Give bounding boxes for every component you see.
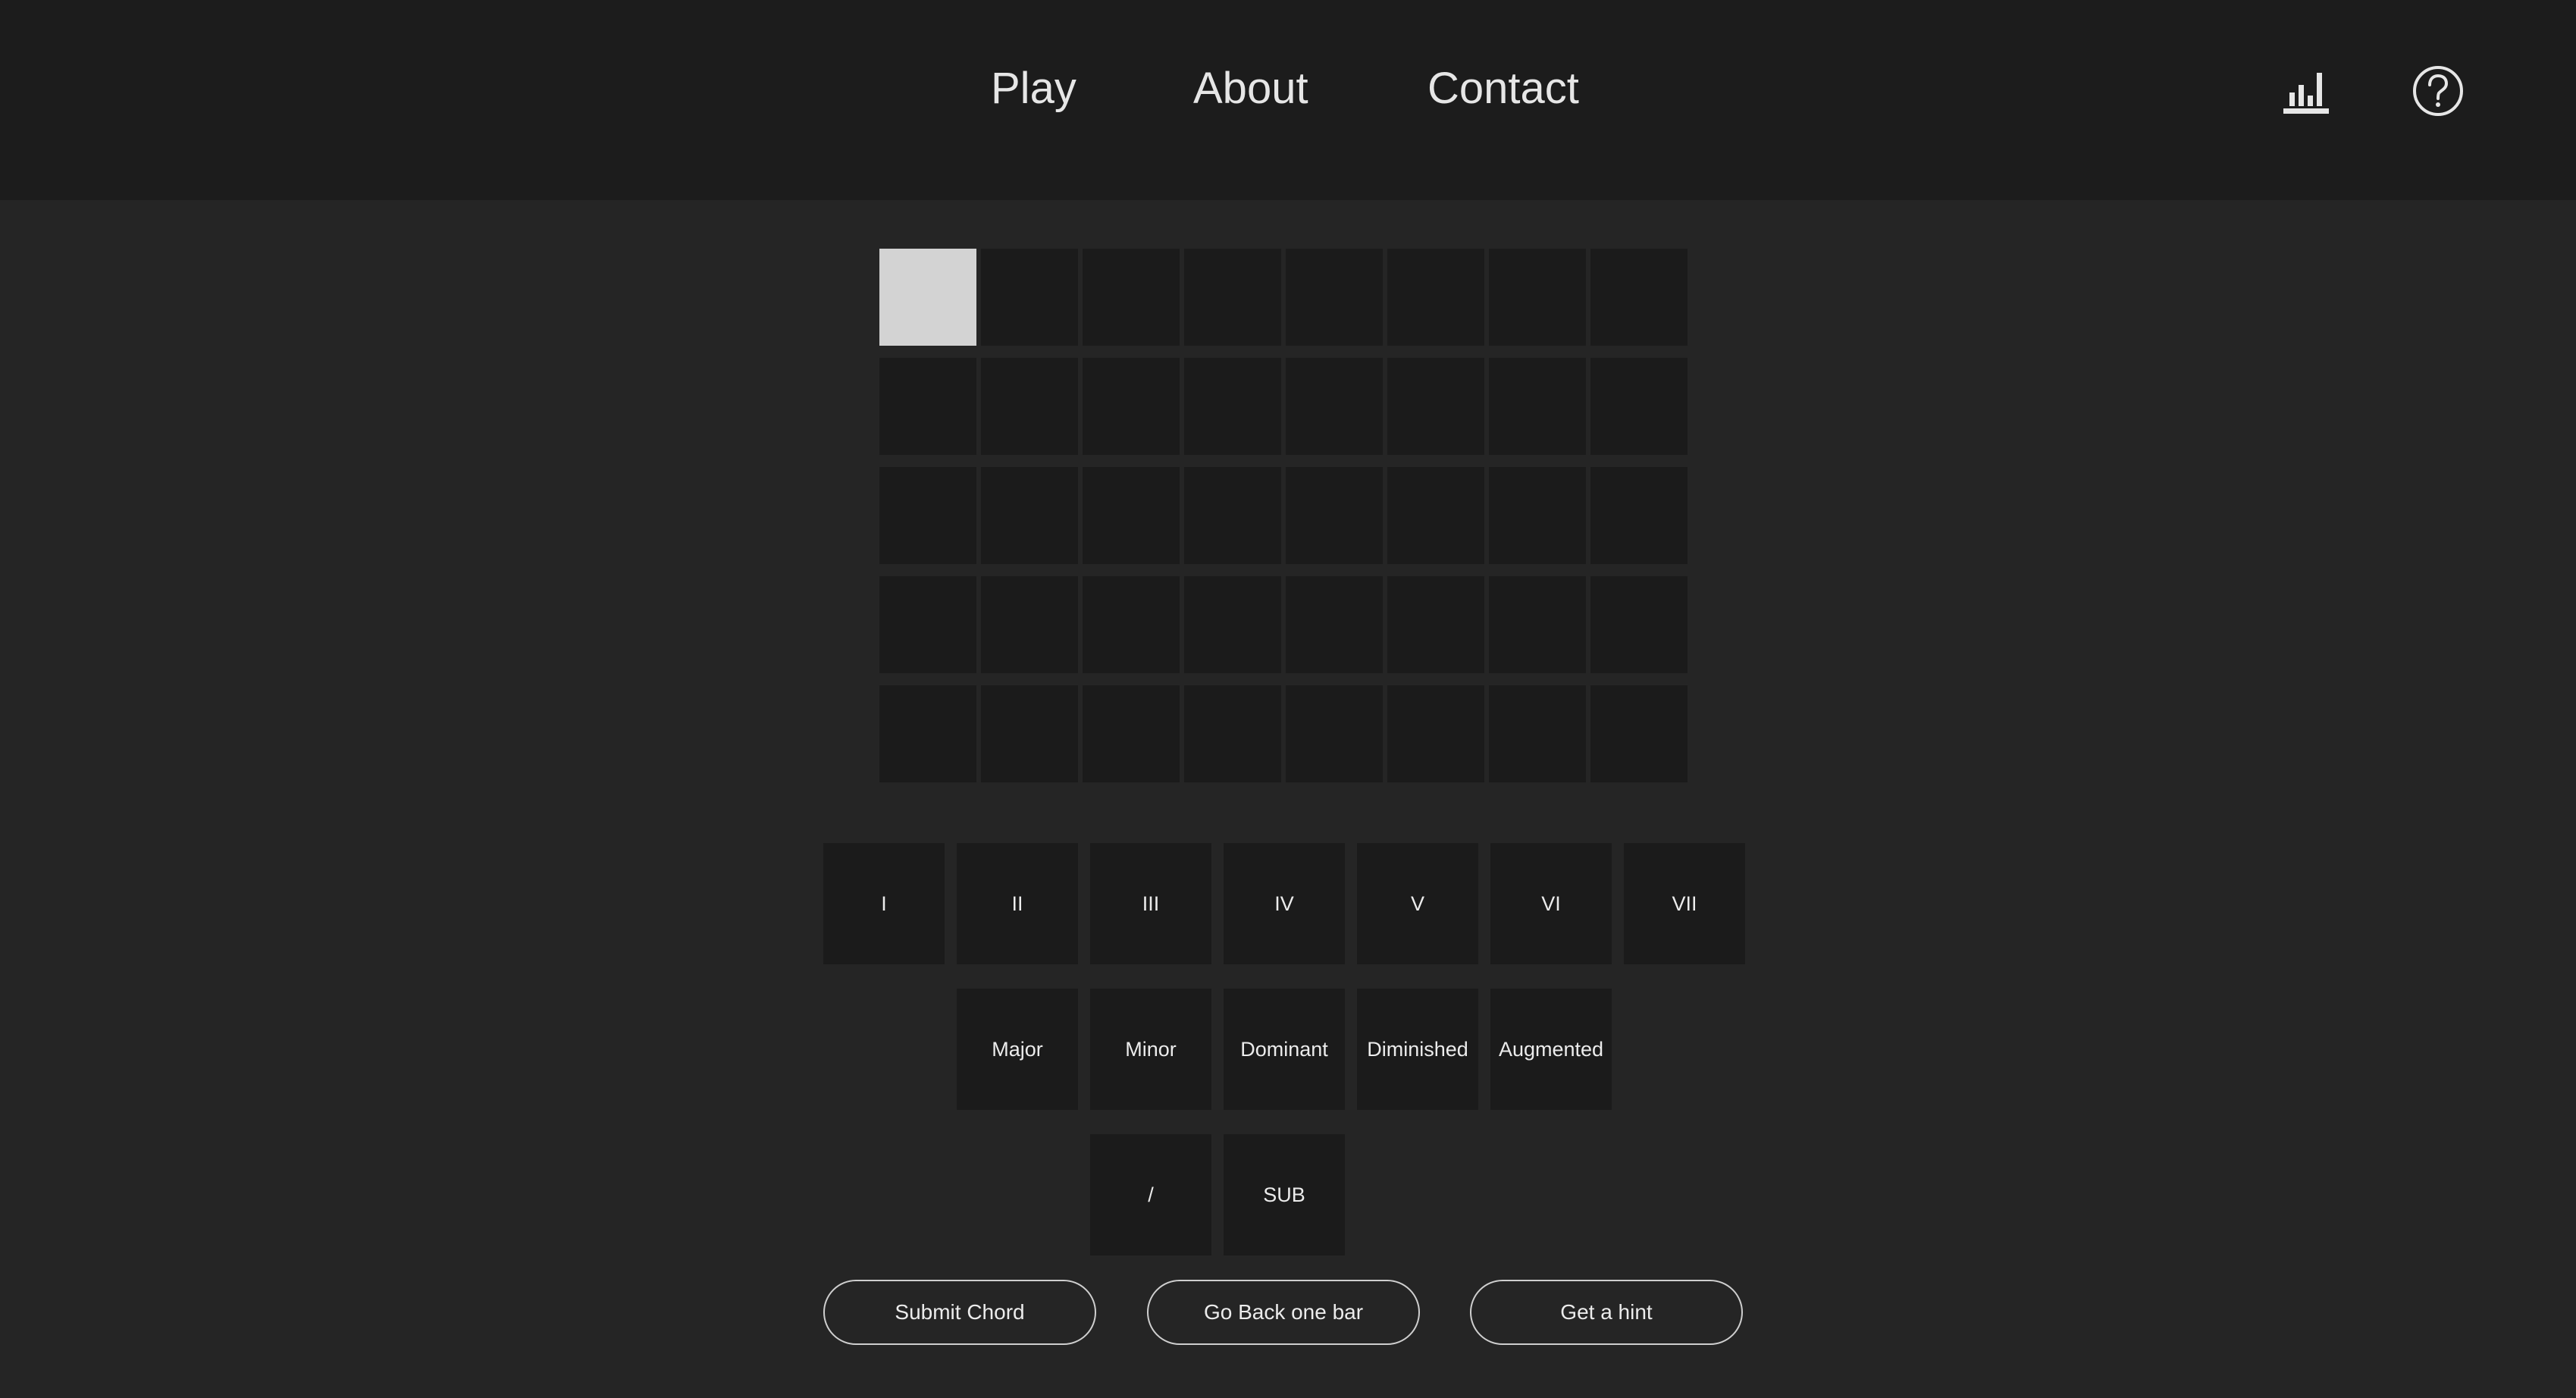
board-cell <box>1286 249 1383 346</box>
numeral-button[interactable]: V <box>1357 843 1478 964</box>
quality-button[interactable]: Dominant <box>1224 989 1345 1110</box>
board-cell <box>1286 358 1383 455</box>
bar-chart-icon[interactable] <box>2280 67 2333 115</box>
nav-contact-link[interactable]: Contact <box>1427 59 1579 118</box>
board-cell <box>1083 467 1180 564</box>
board-cell <box>1184 249 1281 346</box>
quality-button[interactable]: Diminished <box>1357 989 1478 1110</box>
numeral-button[interactable]: VI <box>1490 843 1612 964</box>
board-cell <box>1184 576 1281 673</box>
board-cell <box>1083 685 1180 782</box>
board-cell <box>879 467 976 564</box>
board-cell <box>1489 576 1586 673</box>
board-cell <box>981 249 1078 346</box>
board-cell <box>1286 685 1383 782</box>
numeral-button[interactable]: II <box>957 843 1078 964</box>
board-cell <box>1184 467 1281 564</box>
go-back-one-bar-button[interactable]: Go Back one bar <box>1147 1280 1420 1345</box>
board-cell <box>1590 576 1688 673</box>
board-cell <box>981 685 1078 782</box>
board-cell <box>1590 685 1688 782</box>
header-bar: Play About Contact <box>0 0 2576 200</box>
board-cell <box>1286 467 1383 564</box>
board-cell <box>1387 358 1484 455</box>
quality-button[interactable]: Major <box>957 989 1078 1110</box>
modifier-button[interactable]: / <box>1090 1134 1211 1255</box>
board-cell <box>1489 467 1586 564</box>
modifier-button[interactable]: SUB <box>1224 1134 1345 1255</box>
board-cell <box>1083 358 1180 455</box>
board-cell <box>1489 685 1586 782</box>
submit-chord-button[interactable]: Submit Chord <box>823 1280 1096 1345</box>
board-cell <box>1387 685 1484 782</box>
numeral-button[interactable]: IV <box>1224 843 1345 964</box>
board-cell <box>1489 249 1586 346</box>
board-cell <box>1387 467 1484 564</box>
quality-button[interactable]: Augmented <box>1490 989 1612 1110</box>
board-cell <box>1489 358 1586 455</box>
numeral-button[interactable]: VII <box>1624 843 1745 964</box>
board-cell <box>1590 467 1688 564</box>
get-hint-button[interactable]: Get a hint <box>1470 1280 1743 1345</box>
board-cell <box>981 467 1078 564</box>
board-cell <box>879 576 976 673</box>
board-cell <box>1083 576 1180 673</box>
board-cell <box>1590 358 1688 455</box>
board-cell <box>981 358 1078 455</box>
board-cell <box>1387 576 1484 673</box>
chord-board <box>879 249 1691 782</box>
board-cell <box>879 249 976 346</box>
nav-play-link[interactable]: Play <box>991 59 1076 118</box>
board-cell <box>1083 249 1180 346</box>
numeral-button[interactable]: I <box>823 843 945 964</box>
board-cell <box>879 358 976 455</box>
board-cell <box>1184 685 1281 782</box>
board-cell <box>1184 358 1281 455</box>
board-cell <box>1387 249 1484 346</box>
quality-button[interactable]: Minor <box>1090 989 1211 1110</box>
board-cell <box>981 576 1078 673</box>
board-cell <box>1590 249 1688 346</box>
board-cell <box>1286 576 1383 673</box>
board-cell <box>879 685 976 782</box>
numeral-button[interactable]: III <box>1090 843 1211 964</box>
nav-about-link[interactable]: About <box>1193 59 1308 118</box>
help-circle-icon[interactable] <box>2411 64 2465 118</box>
